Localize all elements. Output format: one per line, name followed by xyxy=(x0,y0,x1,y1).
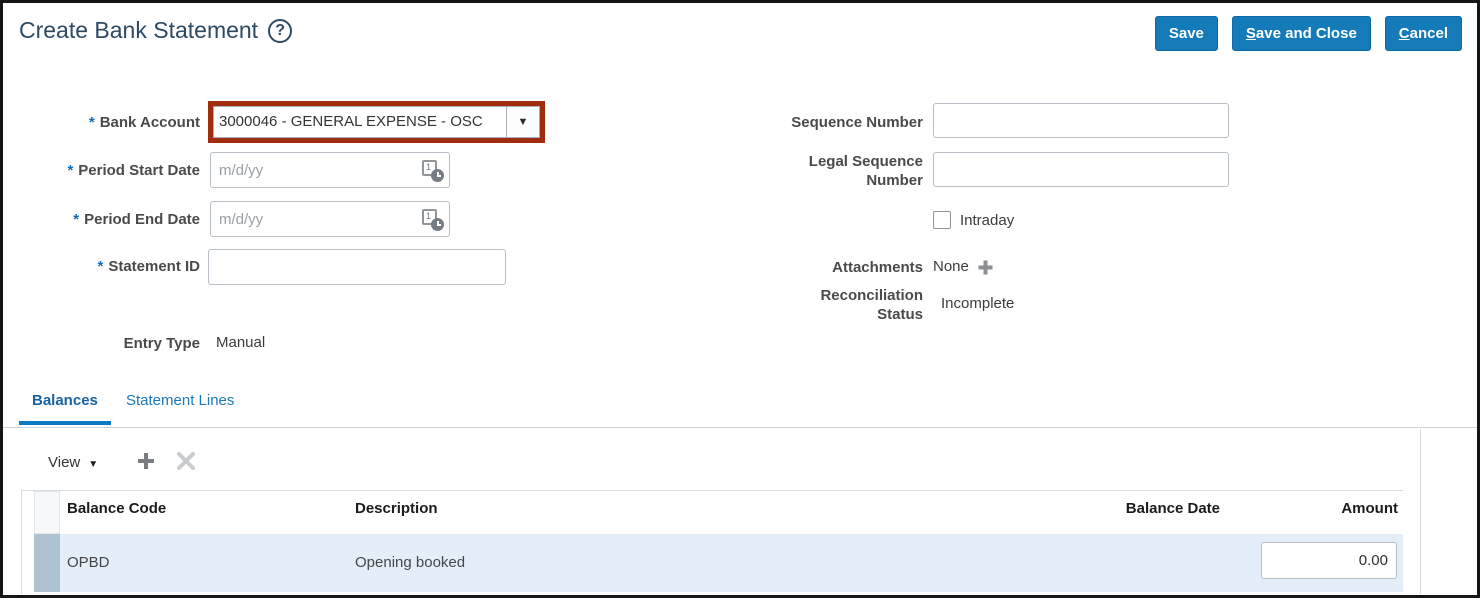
entry-type-value: Manual xyxy=(216,334,265,351)
date-picker-icon[interactable] xyxy=(420,207,444,231)
column-header-balance-code[interactable]: Balance Code xyxy=(67,500,166,517)
save-button[interactable]: Save xyxy=(1155,16,1218,51)
tab-statement-lines[interactable]: Statement Lines xyxy=(126,392,234,409)
table-row[interactable] xyxy=(60,534,1403,592)
intraday-checkbox[interactable] xyxy=(933,211,951,229)
statement-id-label: *Statement ID xyxy=(15,257,200,276)
intraday-label: Intraday xyxy=(960,212,1014,229)
view-menu-button[interactable]: View▼ xyxy=(48,454,98,471)
bank-account-label: *Bank Account xyxy=(15,113,200,132)
attachments-value: None xyxy=(933,258,969,275)
period-end-date-label: *Period End Date xyxy=(15,210,200,229)
period-start-date-input[interactable] xyxy=(210,152,450,188)
reconciliation-status-value: Incomplete xyxy=(941,295,1014,312)
legal-sequence-number-label: Legal Sequence Number xyxy=(738,152,923,190)
tab-balances[interactable]: Balances xyxy=(19,392,111,425)
select-all-header-cell[interactable] xyxy=(34,491,60,534)
column-header-description[interactable]: Description xyxy=(355,500,438,517)
bank-account-combobox[interactable]: 3000046 - GENERAL EXPENSE - OSC xyxy=(213,106,506,138)
period-end-date-input[interactable] xyxy=(210,201,450,237)
page-title: Create Bank Statement ? xyxy=(19,17,292,44)
delete-row-x-icon[interactable] xyxy=(176,451,196,476)
chevron-down-icon: ▼ xyxy=(88,459,98,470)
table-header-top-border xyxy=(22,490,1403,491)
attachments-label: Attachments xyxy=(738,258,923,277)
bank-account-dropdown-icon[interactable]: ▼ xyxy=(506,106,540,138)
help-icon[interactable]: ? xyxy=(268,19,292,43)
row-selector-cell[interactable] xyxy=(34,534,60,592)
sequence-number-label: Sequence Number xyxy=(738,113,923,132)
table-left-border xyxy=(21,490,22,594)
statement-id-input[interactable] xyxy=(208,249,506,285)
table-right-border xyxy=(1420,429,1421,594)
annotation-highlight-box: 3000046 - GENERAL EXPENSE - OSC ▼ xyxy=(208,101,545,143)
legal-sequence-number-input[interactable] xyxy=(933,152,1229,187)
action-buttons: Save Save and Close Cancel xyxy=(1155,16,1462,51)
period-start-date-label: *Period Start Date xyxy=(15,161,200,180)
date-picker-icon[interactable] xyxy=(420,158,444,182)
amount-input[interactable] xyxy=(1261,542,1397,579)
column-header-balance-date[interactable]: Balance Date xyxy=(1060,500,1220,517)
tab-divider xyxy=(3,427,1477,428)
entry-type-label: Entry Type xyxy=(15,334,200,353)
reconciliation-status-label: Reconciliation Status xyxy=(738,286,923,324)
cell-description: Opening booked xyxy=(355,554,465,571)
add-row-plus-icon[interactable] xyxy=(136,451,156,476)
column-header-amount[interactable]: Amount xyxy=(1248,500,1398,517)
create-bank-statement-page: Create Bank Statement ? Save Save and Cl… xyxy=(0,0,1480,598)
cell-balance-code: OPBD xyxy=(67,554,110,571)
page-title-text: Create Bank Statement xyxy=(19,17,258,44)
cancel-button[interactable]: Cancel xyxy=(1385,16,1462,51)
add-attachment-plus-icon[interactable] xyxy=(977,259,994,281)
sequence-number-input[interactable] xyxy=(933,103,1229,138)
save-and-close-button[interactable]: Save and Close xyxy=(1232,16,1371,51)
